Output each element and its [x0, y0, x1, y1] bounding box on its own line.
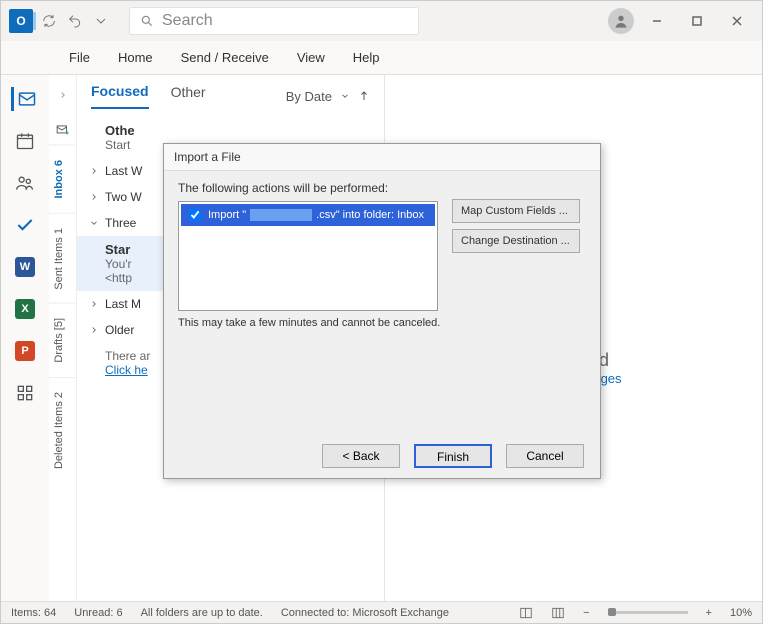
finish-button[interactable]: Finish: [414, 444, 492, 468]
dialog-actions: < Back Finish Cancel: [164, 434, 600, 478]
back-button[interactable]: < Back: [322, 444, 400, 468]
import-file-dialog: Import a File The following actions will…: [163, 143, 601, 479]
dialog-note: This may take a few minutes and cannot b…: [178, 317, 586, 329]
modal-overlay: Import a File The following actions will…: [1, 1, 762, 623]
redacted-filename: xxxx: [250, 209, 312, 221]
change-destination-button[interactable]: Change Destination ...: [452, 229, 580, 253]
map-custom-fields-button[interactable]: Map Custom Fields ...: [452, 199, 580, 223]
actions-listbox[interactable]: Import " xxxx .csv" into folder: Inbox: [178, 201, 438, 311]
action-checkbox[interactable]: [189, 209, 201, 221]
dialog-instruction: The following actions will be performed:: [178, 181, 586, 195]
cancel-button[interactable]: Cancel: [506, 444, 584, 468]
action-text-prefix: Import ": [208, 209, 246, 221]
dialog-title: Import a File: [164, 144, 600, 171]
action-text-suffix: .csv" into folder: Inbox: [316, 209, 424, 221]
outlook-window: O Search File Home Send / Receive View H…: [0, 0, 763, 624]
action-row-selected[interactable]: Import " xxxx .csv" into folder: Inbox: [181, 204, 435, 226]
